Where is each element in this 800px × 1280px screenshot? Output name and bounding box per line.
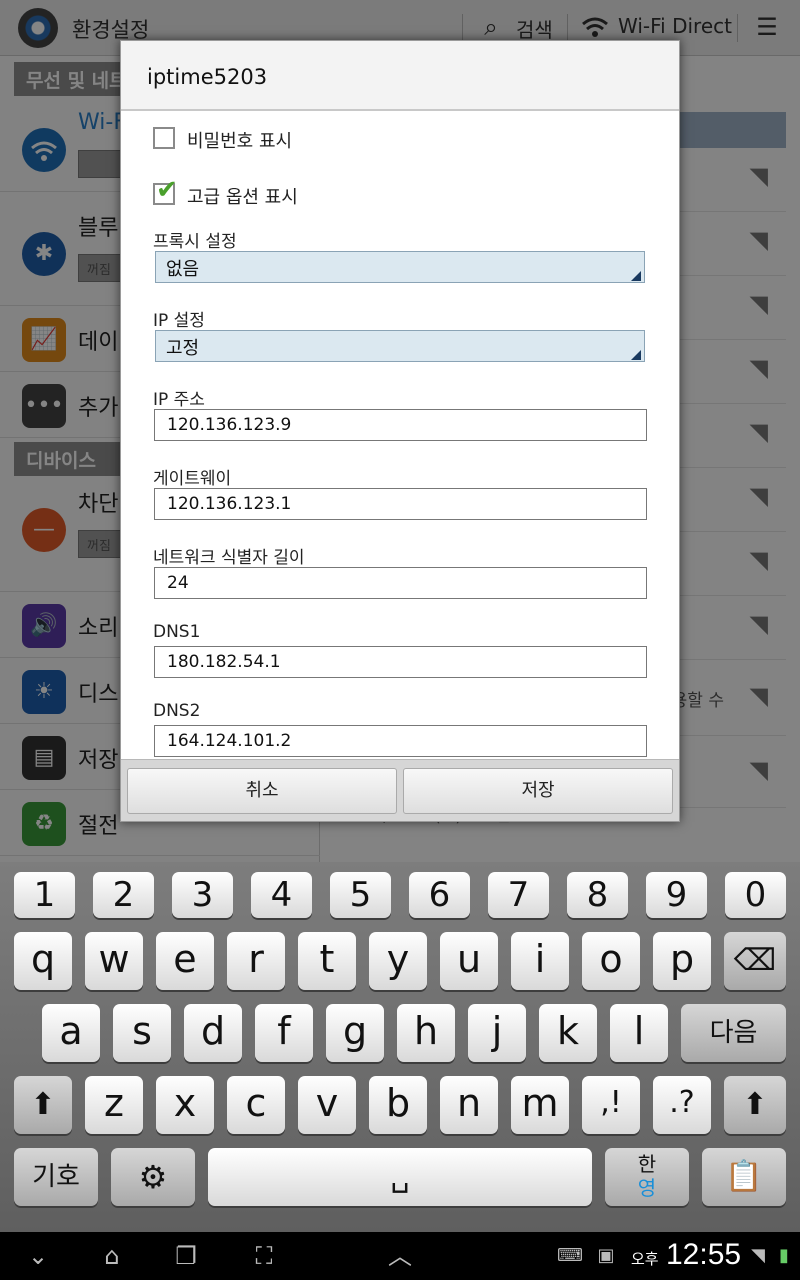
dialog-title: iptime5203 [121, 41, 679, 111]
show-advanced-checkbox-row[interactable]: ✔ 고급 옵션 표시 [153, 175, 453, 211]
settings-key[interactable]: ⚙ [111, 1148, 195, 1206]
save-button[interactable]: 저장 [403, 768, 673, 814]
key-c[interactable]: c [227, 1076, 285, 1134]
key-a[interactable]: a [42, 1004, 100, 1062]
shift-key-right[interactable]: ⬆ [724, 1076, 786, 1134]
key-t[interactable]: t [298, 932, 356, 990]
key-q[interactable]: q [14, 932, 72, 990]
prefix-length-label: 네트워크 식별자 길이 [153, 548, 305, 568]
key-7[interactable]: 7 [488, 872, 549, 918]
dns2-label: DNS2 [153, 701, 201, 721]
key-r[interactable]: r [227, 932, 285, 990]
battery-icon: ▮ [779, 1245, 789, 1266]
key-n[interactable]: n [440, 1076, 498, 1134]
ip-address-label: IP 주소 [153, 390, 205, 410]
key-h[interactable]: h [397, 1004, 455, 1062]
gateway-label: 게이트웨이 [153, 469, 232, 489]
key-8[interactable]: 8 [567, 872, 628, 918]
key-1[interactable]: 1 [14, 872, 75, 918]
key-j[interactable]: j [468, 1004, 526, 1062]
dropdown-arrow-icon [631, 271, 641, 281]
space-key[interactable]: ␣ [208, 1148, 592, 1206]
ip-settings-value: 고정 [166, 338, 200, 359]
backspace-key[interactable]: ⌫ [724, 932, 786, 990]
clock-ampm: 오후 [631, 1250, 659, 1268]
show-password-checkbox-row[interactable]: 비밀번호 표시 [153, 127, 453, 155]
key-9[interactable]: 9 [646, 872, 707, 918]
prefix-length-input[interactable]: 24 [154, 567, 647, 599]
proxy-value: 없음 [166, 259, 200, 280]
backspace-icon: ⌫ [733, 943, 777, 978]
back-icon[interactable]: ⌄ [18, 1240, 58, 1272]
clipboard-key[interactable]: 📋 [702, 1148, 786, 1206]
home-icon[interactable]: ⌂ [92, 1240, 132, 1272]
key-3[interactable]: 3 [172, 872, 233, 918]
key-i[interactable]: i [511, 932, 569, 990]
key-l[interactable]: l [610, 1004, 668, 1062]
key-x[interactable]: x [156, 1076, 214, 1134]
wifi-status-icon: ◥ [751, 1245, 765, 1266]
language-key[interactable]: 한 영 [605, 1148, 689, 1206]
clock-time: 12:55 [666, 1238, 742, 1271]
space-bar-icon: ␣ [390, 1159, 410, 1194]
key-s[interactable]: s [113, 1004, 171, 1062]
key-g[interactable]: g [326, 1004, 384, 1062]
recent-apps-icon[interactable]: ❐ [166, 1240, 206, 1272]
show-advanced-label: 고급 옵션 표시 [187, 187, 298, 208]
clipboard-icon: 📋 [725, 1159, 763, 1194]
key-4[interactable]: 4 [251, 872, 312, 918]
comma-key[interactable]: ,! [582, 1076, 640, 1134]
key-m[interactable]: m [511, 1076, 569, 1134]
key-k[interactable]: k [539, 1004, 597, 1062]
key-o[interactable]: o [582, 932, 640, 990]
dialog-body: 비밀번호 표시 ✔ 고급 옵션 표시 프록시 설정 없음 IP 설정 고정 IP… [121, 111, 679, 759]
dns1-label: DNS1 [153, 622, 201, 642]
next-key[interactable]: 다음 [681, 1004, 786, 1062]
key-0[interactable]: 0 [725, 872, 786, 918]
gateway-input[interactable]: 120.136.123.1 [154, 488, 647, 520]
onscreen-keyboard: 1 2 3 4 5 6 7 8 9 0 q w e r t y u i o p … [0, 862, 800, 1232]
key-f[interactable]: f [255, 1004, 313, 1062]
system-bar: ⌄ ⌂ ❐ ⛶ ︿ ⌨ ▣ 오후 12:55 ◥ ▮ [0, 1232, 800, 1280]
key-5[interactable]: 5 [330, 872, 391, 918]
wifi-config-dialog: iptime5203 비밀번호 표시 ✔ 고급 옵션 표시 프록시 설정 없음 … [120, 40, 680, 822]
key-z[interactable]: z [85, 1076, 143, 1134]
key-v[interactable]: v [298, 1076, 356, 1134]
screenshot-icon[interactable]: ⛶ [244, 1240, 284, 1272]
key-y[interactable]: y [369, 932, 427, 990]
key-e[interactable]: e [156, 932, 214, 990]
ip-address-input[interactable]: 120.136.123.9 [154, 409, 647, 441]
shift-icon: ⬆ [742, 1087, 768, 1122]
key-b[interactable]: b [369, 1076, 427, 1134]
key-p[interactable]: p [653, 932, 711, 990]
image-status-icon: ▣ [597, 1245, 615, 1266]
chevron-up-icon[interactable]: ︿ [380, 1240, 420, 1272]
dns1-input[interactable]: 180.182.54.1 [154, 646, 647, 678]
shift-key-left[interactable]: ⬆ [14, 1076, 72, 1134]
keyboard-status-icon: ⌨ [557, 1245, 583, 1266]
checkmark-icon: ✔ [156, 175, 178, 205]
dns2-input[interactable]: 164.124.101.2 [154, 725, 647, 757]
key-u[interactable]: u [440, 932, 498, 990]
show-advanced-checkbox[interactable]: ✔ [153, 175, 178, 205]
lang-korean-label: 한 [637, 1152, 657, 1176]
show-password-checkbox[interactable] [153, 127, 175, 149]
key-d[interactable]: d [184, 1004, 242, 1062]
period-key[interactable]: .? [653, 1076, 711, 1134]
gear-icon: ⚙ [138, 1158, 168, 1196]
show-password-label: 비밀번호 표시 [187, 131, 293, 152]
lang-english-label: 영 [637, 1176, 657, 1200]
dialog-button-bar: 취소 저장 [121, 759, 679, 821]
ip-settings-select[interactable]: 고정 [155, 330, 645, 362]
symbols-key[interactable]: 기호 [14, 1148, 98, 1206]
shift-icon: ⬆ [30, 1087, 56, 1122]
key-w[interactable]: w [85, 932, 143, 990]
key-6[interactable]: 6 [409, 872, 470, 918]
cancel-button[interactable]: 취소 [127, 768, 397, 814]
ip-settings-label: IP 설정 [153, 311, 205, 331]
key-2[interactable]: 2 [93, 872, 154, 918]
proxy-select[interactable]: 없음 [155, 251, 645, 283]
dropdown-arrow-icon [631, 350, 641, 360]
proxy-label: 프록시 설정 [153, 232, 237, 252]
